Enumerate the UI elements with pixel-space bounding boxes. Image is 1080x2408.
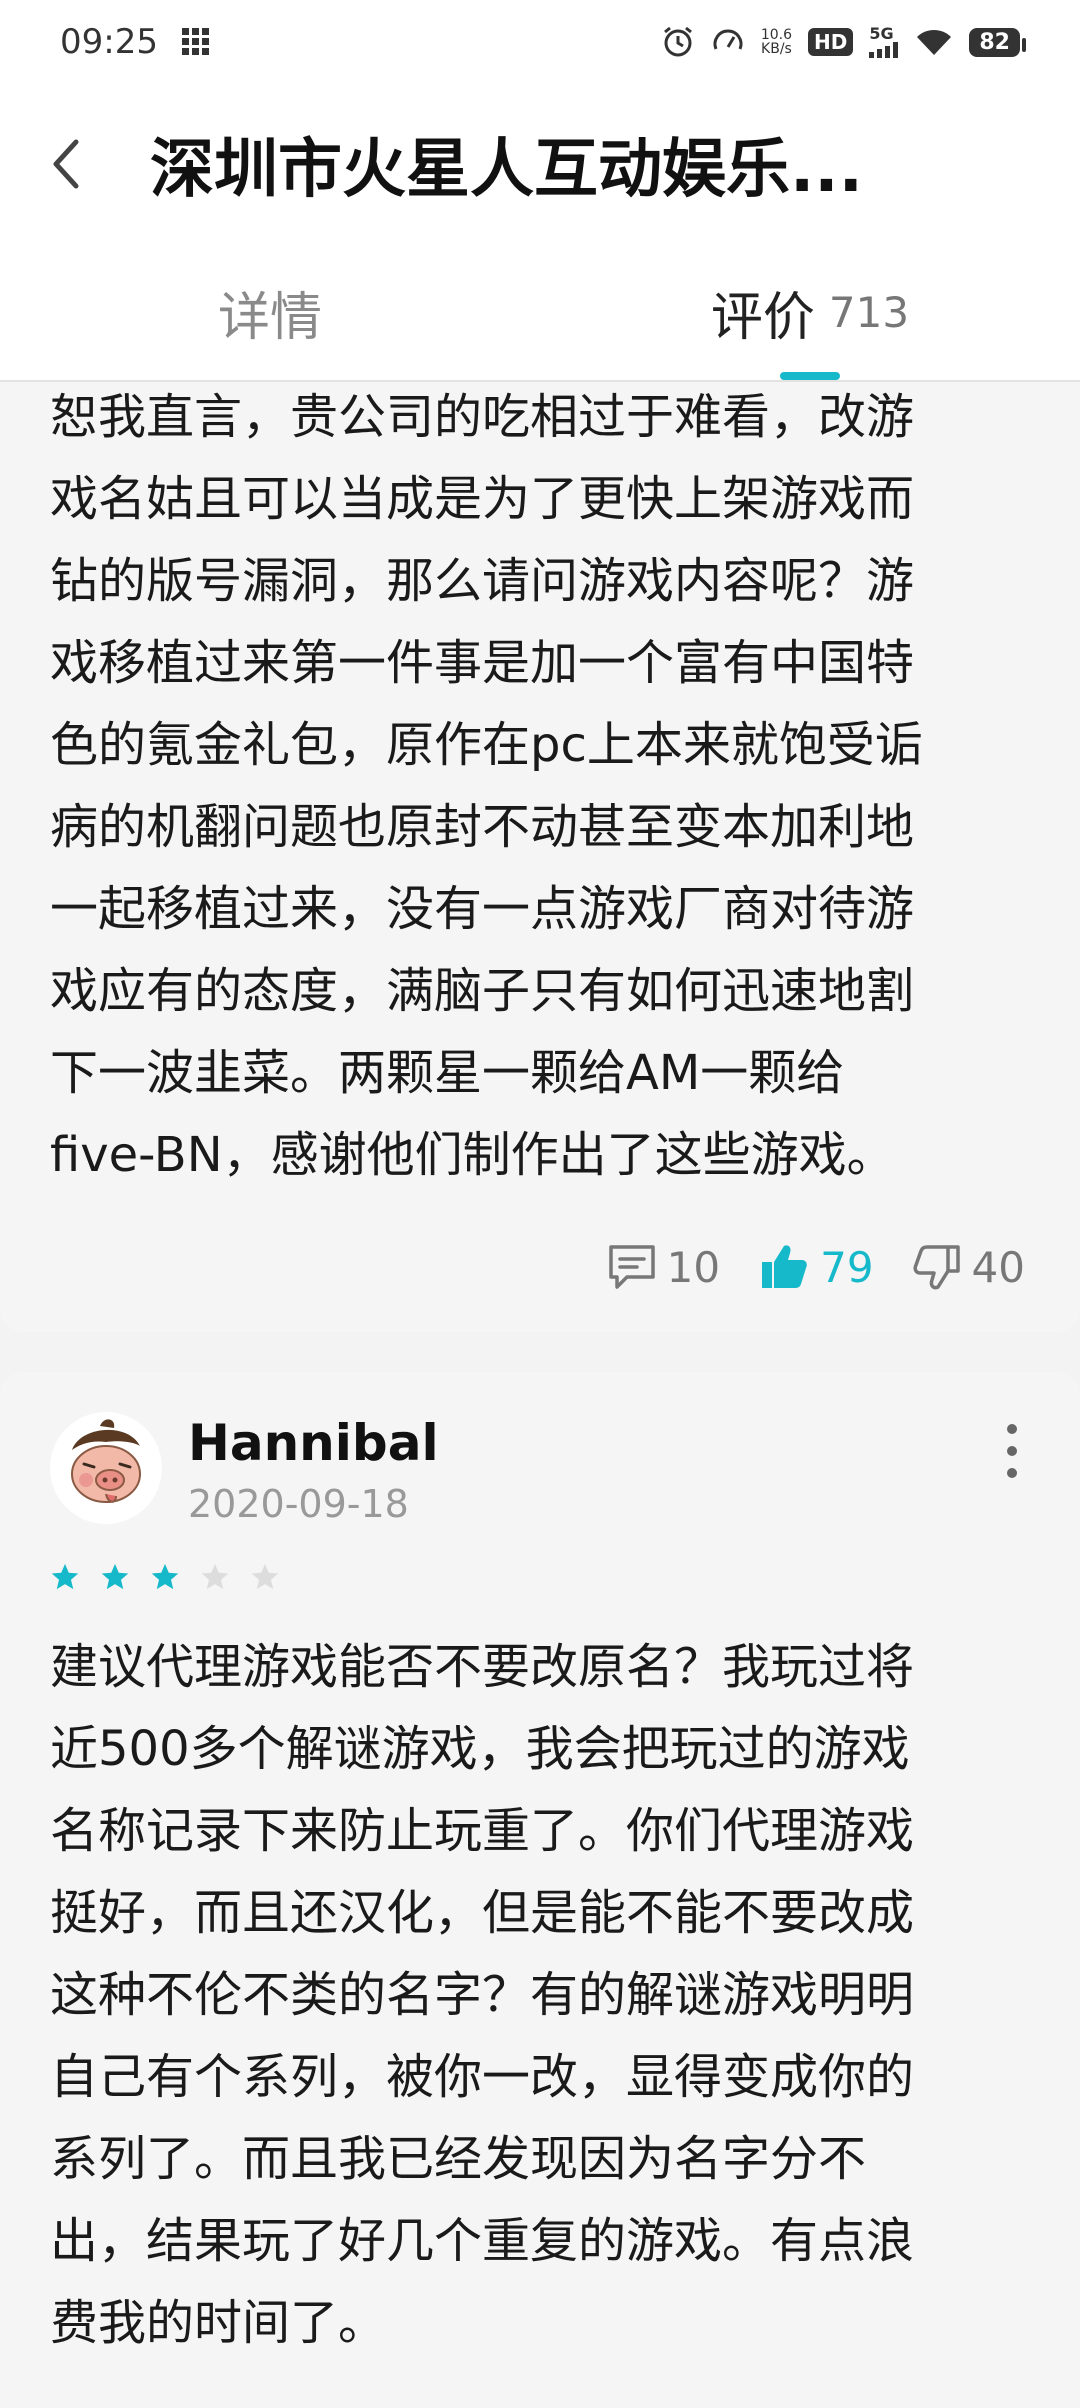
app-header: 深圳市火星人互动娱乐...: [0, 84, 1080, 244]
signal-5g-icon: 5G: [869, 26, 899, 58]
net-speed: 10.6 KB/s: [760, 27, 793, 57]
star-empty-icon: [251, 1563, 279, 1590]
comment-count: 10: [666, 1242, 721, 1292]
username[interactable]: Hannibal: [188, 1412, 439, 1474]
tab-reviews-count: 713: [828, 287, 910, 337]
pig-avatar-icon: [50, 1412, 162, 1524]
reviews-feed[interactable]: 恕我直言，贵公司的吃相过于难看，改游 戏名姑且可以当成是为了更快上架游戏而 钻的…: [0, 382, 1080, 2408]
page-title: 深圳市火星人互动娱乐...: [150, 133, 863, 207]
hd-badge: HD: [808, 28, 854, 56]
review-text: 建议代理游戏能否不要改原名？我玩过将 近500多个解谜游戏，我会把玩过的游戏 名…: [50, 1639, 915, 2351]
review-date: 2020-09-18: [188, 1482, 409, 1526]
tab-bar: 详情 评价 713: [0, 244, 1080, 382]
more-vert-dot: [1007, 1468, 1017, 1478]
wifi-icon: [915, 27, 953, 57]
dislike-button[interactable]: 40: [912, 1243, 1025, 1292]
star-filled-icon: [151, 1563, 179, 1590]
data-saver-icon: [711, 25, 745, 59]
thumbs-down-icon: [913, 1245, 960, 1290]
more-vert-icon: [1007, 1424, 1017, 1434]
tab-details[interactable]: 详情: [0, 244, 540, 380]
tab-reviews-label: 评价: [710, 287, 815, 348]
status-bar: 09:25 10.6 KB/s HD 5G 82: [0, 0, 1080, 84]
thumbs-up-icon: [762, 1245, 807, 1288]
like-count: 79: [820, 1242, 874, 1292]
status-time: 09:25: [60, 22, 158, 62]
dislike-count: 40: [971, 1242, 1025, 1292]
chevron-left-icon: [53, 139, 79, 189]
comment-button[interactable]: 10: [607, 1243, 720, 1292]
like-button[interactable]: 79: [758, 1242, 874, 1292]
app-grid-icon: [181, 28, 210, 56]
alarm-icon: [661, 25, 695, 59]
review-card: Hannibal 2020-09-18 建议代理游戏能否不要改原名？我玩过将 近…: [0, 1372, 1080, 2408]
more-vert-dot: [1007, 1446, 1017, 1456]
tab-reviews[interactable]: 评价 713: [540, 244, 1080, 380]
review-actions: 10 79 40: [607, 1242, 1025, 1292]
back-button[interactable]: [6, 84, 126, 244]
more-options-button[interactable]: [1002, 1424, 1022, 1478]
avatar[interactable]: [50, 1412, 162, 1524]
battery-indicator: 82: [969, 27, 1026, 57]
star-rating: [50, 1562, 280, 1592]
review-author: Hannibal 2020-09-18: [50, 1412, 439, 1532]
tab-details-label: 详情: [217, 287, 322, 348]
star-empty-icon: [201, 1563, 229, 1590]
comment-icon: [608, 1245, 655, 1289]
review-card: 恕我直言，贵公司的吃相过于难看，改游 戏名姑且可以当成是为了更快上架游戏而 钻的…: [0, 382, 1080, 1332]
review-text: 恕我直言，贵公司的吃相过于难看，改游 戏名姑且可以当成是为了更快上架游戏而 钻的…: [50, 389, 923, 1183]
star-filled-icon: [101, 1563, 129, 1590]
star-filled-icon: [51, 1563, 79, 1590]
